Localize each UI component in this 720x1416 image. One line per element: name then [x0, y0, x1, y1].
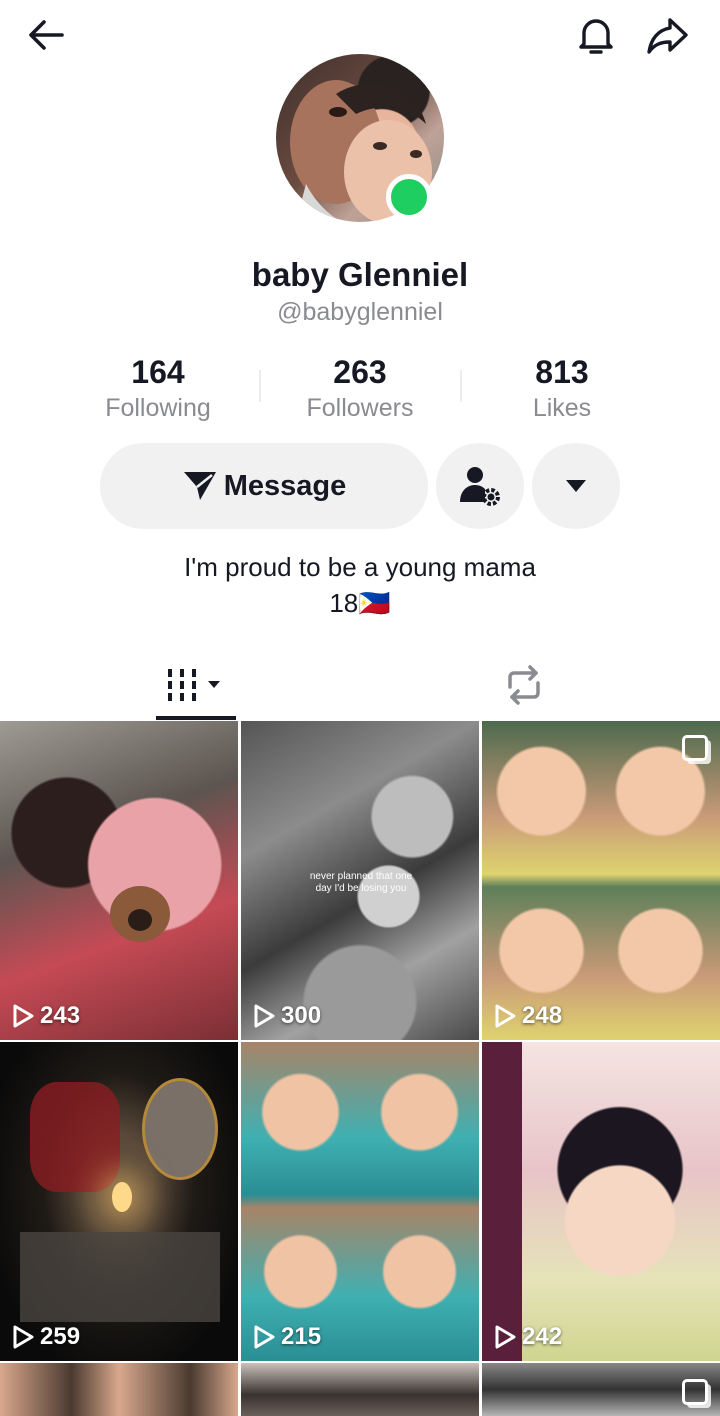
stat-likes-value: 813 [535, 354, 589, 390]
stat-following-value: 164 [131, 354, 185, 390]
bio-line-2: 18🇵🇭 [329, 588, 391, 618]
more-options-button[interactable] [532, 443, 620, 529]
view-count-value: 215 [281, 1323, 322, 1350]
play-outline-icon [254, 1004, 275, 1028]
repost-icon [508, 665, 540, 705]
video-thumbnail[interactable]: 243 [0, 721, 238, 1040]
view-count-value: 259 [40, 1323, 81, 1350]
username: @babyglenniel [277, 298, 443, 326]
video-thumbnail[interactable] [482, 1363, 720, 1416]
stat-followers-value: 263 [333, 354, 387, 390]
view-count-value: 300 [281, 1002, 322, 1029]
stat-following[interactable]: 164 Following [58, 352, 258, 424]
view-count: 242 [494, 1323, 562, 1351]
grid-icon [168, 669, 220, 701]
view-count: 243 [12, 1002, 80, 1030]
add-friend-button[interactable] [436, 443, 524, 529]
view-count: 215 [253, 1323, 321, 1351]
tab-videos[interactable] [76, 652, 316, 718]
stat-likes-label: Likes [532, 394, 592, 422]
caret-down-icon [566, 480, 586, 492]
video-thumbnail[interactable] [241, 1363, 479, 1416]
active-tab-indicator [156, 716, 236, 720]
play-outline-icon [13, 1004, 34, 1028]
video-thumbnail[interactable]: 248 [482, 721, 720, 1040]
tab-reposts[interactable] [404, 652, 644, 718]
multi-photo-icon [682, 735, 708, 761]
stat-followers-label: Followers [306, 394, 414, 422]
view-count: 248 [494, 1002, 562, 1030]
play-outline-icon [13, 1325, 34, 1349]
view-count-value: 248 [522, 1002, 563, 1029]
back-button[interactable] [22, 11, 70, 59]
stat-followers[interactable]: 263 Followers [260, 352, 460, 424]
view-count: 259 [12, 1323, 80, 1351]
video-thumbnail[interactable]: 242 [482, 1042, 720, 1361]
notifications-button[interactable] [572, 11, 620, 59]
send-icon [183, 472, 216, 500]
display-name: baby Glenniel [251, 256, 469, 293]
view-count-value: 243 [40, 1002, 81, 1029]
stat-likes[interactable]: 813 Likes [462, 352, 662, 424]
share-arrow-icon [647, 18, 688, 54]
view-count: 300 [253, 1002, 321, 1030]
video-thumbnail[interactable]: never planned that one day I'd be losing… [241, 721, 479, 1040]
online-status-indicator [386, 174, 432, 220]
play-outline-icon [254, 1325, 275, 1349]
user-settings-icon [460, 467, 500, 506]
bell-icon [579, 19, 613, 54]
bio-line-1: I'm proud to be a young mama [184, 552, 536, 582]
stat-following-label: Following [105, 394, 211, 422]
message-button-label: Message [223, 469, 347, 502]
video-caption: never planned that one day I'd be losing… [309, 871, 413, 894]
view-count-value: 242 [522, 1323, 563, 1350]
arrow-left-icon [29, 20, 64, 50]
video-thumbnail[interactable] [0, 1363, 238, 1416]
video-thumbnail[interactable]: 215 [241, 1042, 479, 1361]
message-button[interactable]: Message [100, 443, 428, 529]
multi-photo-icon [682, 1379, 708, 1405]
play-outline-icon [495, 1004, 516, 1028]
video-thumbnail[interactable]: 259 [0, 1042, 238, 1361]
share-button[interactable] [644, 11, 692, 59]
play-outline-icon [495, 1325, 516, 1349]
